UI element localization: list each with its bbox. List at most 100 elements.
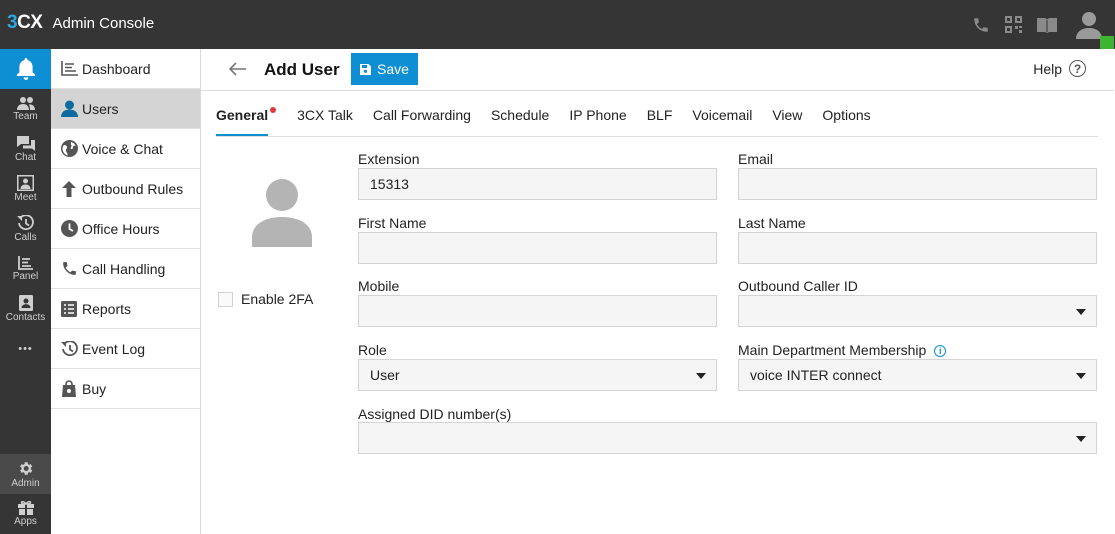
apps-icon [17,501,34,515]
tab-voicemail[interactable]: Voicemail [692,97,752,136]
nav-item-label: Buy [82,380,107,397]
nav-item-label: Event Log [82,340,146,357]
rail-admin[interactable]: Admin [0,454,51,494]
phone-icon[interactable] [964,0,997,49]
nav-item-label: Outbound Rules [82,180,184,197]
rail-contacts[interactable]: Contacts [0,289,51,329]
nav-item-event-log[interactable]: Event Log [51,329,200,369]
nav-item-reports[interactable]: Reports [51,289,200,329]
notifications-bell-icon[interactable] [0,49,51,89]
list-icon [59,299,79,319]
tab-schedule[interactable]: Schedule [491,97,549,136]
tab-view[interactable]: View [772,97,802,136]
user-photo-placeholder-icon[interactable] [252,179,312,250]
help-link[interactable]: Help ? [1033,60,1086,77]
dashboard-icon [59,59,79,79]
contacts-icon [18,295,33,311]
qr-code-icon[interactable] [997,0,1030,49]
chevron-down-icon [696,373,706,379]
gear-icon [20,461,33,475]
team-icon [16,96,35,110]
role-select[interactable]: User [358,359,717,391]
logo: 3CX [7,12,43,33]
nav-item-office-hours[interactable]: Office Hours [51,209,200,249]
nav-item-label: Call Handling [82,260,166,277]
arrow-up-icon [59,179,79,199]
phone-icon [59,259,79,279]
assigned-did-label: Assigned DID number(s) [358,406,512,422]
last-name-label: Last Name [738,215,806,231]
rail-more[interactable]: ••• [0,329,51,369]
tab-blf[interactable]: BLF [647,97,673,136]
nav-item-label: Reports [82,300,132,317]
history-icon [59,339,79,359]
rail-panel[interactable]: Panel [0,249,51,289]
tab-options[interactable]: Options [822,97,870,136]
top-bar: 3CX Admin Console [0,0,1115,49]
help-icon: ? [1069,60,1086,77]
first-name-field[interactable] [358,232,717,264]
main-department-label: Main Department Membership i [738,342,947,358]
nav-item-label: Users [82,100,119,117]
book-icon[interactable] [1030,0,1063,49]
role-label: Role [358,342,387,358]
last-name-field[interactable] [738,232,1097,264]
tab-bar: General 3CX Talk Call Forwarding Schedul… [216,97,1098,137]
chat-icon [16,135,35,151]
main-department-select[interactable]: voice INTER connect [738,359,1097,391]
more-icon: ••• [18,343,33,355]
rail-calls[interactable]: Calls [0,209,51,249]
tab-general[interactable]: General [216,97,277,136]
nav-item-outbound-rules[interactable]: Outbound Rules [51,169,200,209]
outbound-caller-id-label: Outbound Caller ID [738,278,858,294]
page-title: Add User [264,60,340,79]
checkbox-box[interactable] [218,291,233,307]
nav-item-buy[interactable]: Buy [51,369,200,409]
status-indicator [1100,36,1114,49]
app-title: Admin Console [52,14,155,32]
history-icon [17,215,34,231]
main-content: Add User Save Help ? General 3CX Talk Ca… [201,49,1115,534]
rail-team[interactable]: Team [0,89,51,129]
tab-3cx-talk[interactable]: 3CX Talk [297,97,353,136]
chevron-down-icon [1076,309,1086,315]
nav-item-voice-chat[interactable]: Voice & Chat [51,129,200,169]
outbound-caller-id-select[interactable] [738,295,1097,327]
shopping-bag-icon [59,379,79,399]
email-label: Email [738,151,774,167]
rail-apps[interactable]: Apps [0,494,51,534]
floppy-disk-icon [360,63,372,75]
mobile-label: Mobile [358,278,400,294]
extension-label: Extension [358,151,420,167]
panel-icon [18,256,33,270]
page-header: Add User Save Help ? [201,49,1114,91]
user-avatar-icon[interactable] [1063,0,1115,49]
back-arrow-icon[interactable] [227,58,249,80]
tab-call-forwarding[interactable]: Call Forwarding [373,97,471,136]
chevron-down-icon [1076,436,1086,442]
globe-icon [59,139,79,159]
nav-item-call-handling[interactable]: Call Handling [51,249,200,289]
info-icon[interactable]: i [934,345,947,357]
extension-field[interactable]: 15313 [358,168,717,200]
assigned-did-select[interactable] [358,422,1097,454]
nav-item-label: Office Hours [82,220,160,237]
mobile-field[interactable] [358,295,717,327]
tab-ip-phone[interactable]: IP Phone [569,97,626,136]
save-button[interactable]: Save [351,53,418,85]
clock-icon [59,219,79,239]
nav-item-label: Dashboard [82,60,151,77]
chevron-down-icon [1076,373,1086,379]
left-rail: Team Chat Meet Calls Panel Contacts ••• … [0,49,51,534]
nav-item-users[interactable]: Users [51,89,200,129]
first-name-label: First Name [358,215,427,231]
rail-chat[interactable]: Chat [0,129,51,169]
brand: 3CX Admin Console [7,12,154,34]
user-icon [59,99,79,119]
enable-2fa-checkbox[interactable]: Enable 2FA [218,291,313,307]
settings-nav: Dashboard Users Voice & Chat Outbound Ru… [51,49,201,534]
meet-icon [17,175,34,191]
rail-meet[interactable]: Meet [0,169,51,209]
nav-item-dashboard[interactable]: Dashboard [51,49,200,89]
email-field[interactable] [738,168,1097,200]
